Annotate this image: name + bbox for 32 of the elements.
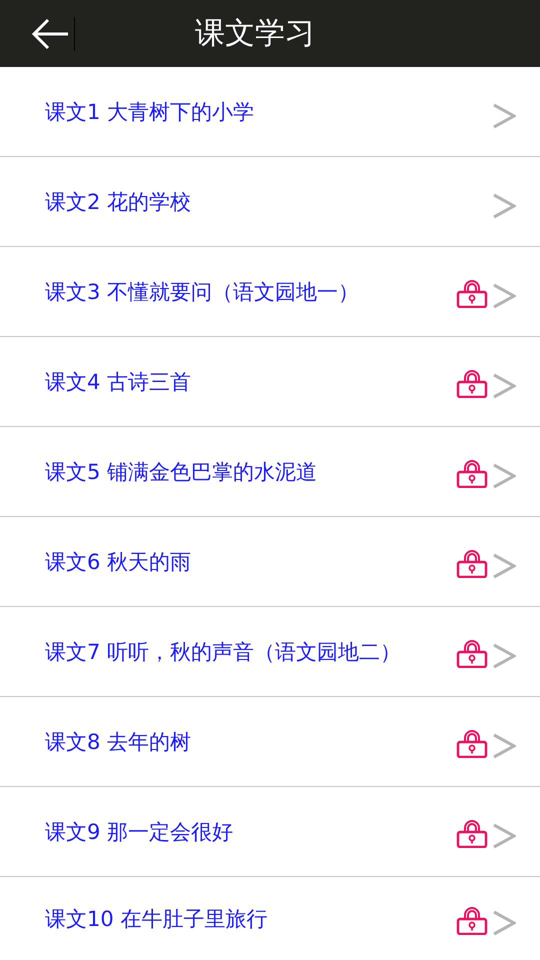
lesson-item[interactable]: 课文2 花的学校 (0, 157, 540, 247)
lesson-item[interactable]: 课文4 古诗三首 (0, 337, 540, 427)
chevron-icon (492, 642, 516, 668)
lesson-title: 课文3 不懂就要问（语文园地一） (45, 278, 360, 306)
lesson-item[interactable]: 课文8 去年的树 (0, 697, 540, 787)
page-title: 课文学习 (194, 15, 316, 53)
lesson-item[interactable]: 课文1 大青树下的小学 (0, 67, 540, 157)
lesson-title: 课文6 秋天的雨 (45, 548, 192, 576)
lesson-item[interactable]: 课文6 秋天的雨 (0, 517, 540, 607)
lesson-title: 课文10 在牛肚子里旅行 (45, 906, 268, 932)
lesson-title: 课文4 古诗三首 (45, 368, 192, 396)
lesson-item[interactable]: 课文9 那一定会很好 (0, 787, 540, 877)
lesson-title: 课文7 听听，秋的声音（语文园地二） (45, 638, 402, 666)
chevron-icon (492, 462, 516, 488)
lesson-item[interactable]: 课文5 铺满金色巴掌的水泥道 (0, 427, 540, 517)
lesson-title: 课文5 铺满金色巴掌的水泥道 (45, 458, 318, 486)
chevron-icon (492, 102, 516, 128)
lesson-item[interactable]: 课文3 不懂就要问（语文园地一） (0, 247, 540, 337)
back-arrow-icon[interactable] (30, 16, 70, 50)
chevron-icon (492, 192, 516, 218)
chevron-icon (492, 282, 516, 308)
lesson-title: 课文2 花的学校 (45, 188, 192, 216)
chevron-icon (492, 372, 516, 398)
lesson-item[interactable]: 课文10 在牛肚子里旅行 (0, 877, 540, 960)
chevron-icon (492, 910, 516, 936)
lesson-title: 课文9 那一定会很好 (45, 818, 234, 846)
chevron-icon (492, 552, 516, 578)
lesson-item[interactable]: 课文7 听听，秋的声音（语文园地二） (0, 607, 540, 697)
chevron-icon (492, 822, 516, 848)
chevron-icon (492, 732, 516, 758)
lesson-title: 课文1 大青树下的小学 (45, 98, 256, 126)
lesson-title: 课文8 去年的树 (45, 728, 192, 756)
